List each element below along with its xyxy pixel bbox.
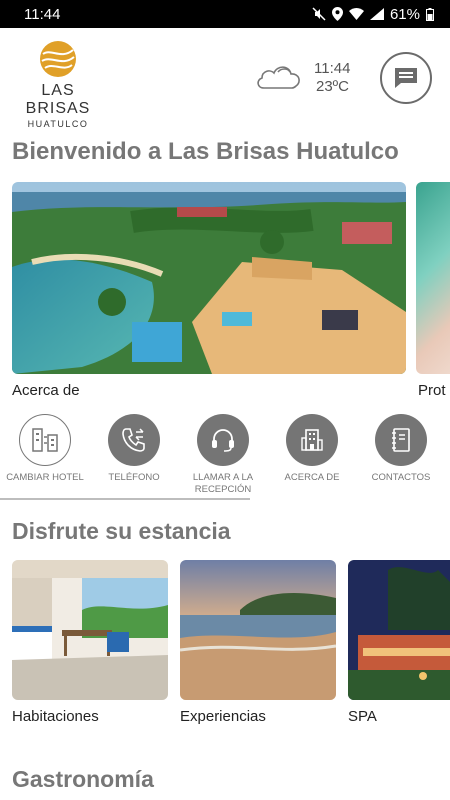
headset-icon xyxy=(212,429,234,452)
header: LAS BRISAS HUATULCO 11:44 23ºC xyxy=(0,28,450,129)
wifi-icon xyxy=(348,8,364,20)
action-label: CAMBIAR HOTEL xyxy=(6,472,84,483)
chat-icon xyxy=(395,68,417,88)
change-hotel-button[interactable]: CAMBIAR HOTEL xyxy=(0,414,90,484)
address-book-icon xyxy=(392,428,410,452)
las-brisas-logo: LAS BRISAS HUATULCO xyxy=(10,40,106,129)
resort-aerial-photo[interactable] xyxy=(12,182,406,374)
weather-widget: 11:44 23ºC xyxy=(254,58,374,98)
featured-carousel[interactable]: Acerca de Prot xyxy=(0,182,450,400)
experiences-card[interactable] xyxy=(180,560,336,700)
stay-item-label[interactable]: Habitaciones xyxy=(12,708,99,725)
action-label: CONTACTOS xyxy=(371,472,431,483)
status-bar: 11:44 61% xyxy=(0,0,450,28)
rooms-card[interactable] xyxy=(12,560,168,700)
phone-icon xyxy=(122,428,145,452)
signal-icon xyxy=(369,8,384,20)
action-label: LLAMAR A LA RECEPCIÓN xyxy=(192,472,254,495)
carousel-item-label[interactable]: Acerca de xyxy=(12,382,80,399)
gastronomy-section-title: Gastronomía xyxy=(12,766,154,792)
hotels-icon xyxy=(32,428,58,452)
stay-item-label[interactable]: Experiencias xyxy=(180,708,266,725)
weather-temperature: 23ºC xyxy=(316,78,349,95)
stay-section-title: Disfrute su estancia xyxy=(12,518,231,544)
building-icon xyxy=(301,429,323,451)
quick-actions-bar: CAMBIAR HOTEL TELÉFONO LLAMAR A LA RECEP… xyxy=(0,414,450,504)
action-label: TELÉFONO xyxy=(108,472,160,483)
action-label: ACERCA DE xyxy=(284,472,340,483)
cloud-icon xyxy=(257,66,300,89)
carousel-item-label[interactable]: Prot xyxy=(418,382,446,399)
actions-scroll-indicator xyxy=(0,498,250,500)
phone-button[interactable]: TELÉFONO xyxy=(89,414,179,484)
call-reception-button[interactable]: LLAMAR A LA RECEPCIÓN xyxy=(178,414,268,496)
location-icon xyxy=(331,7,343,21)
status-time: 11:44 xyxy=(24,5,61,23)
about-button[interactable]: ACERCA DE xyxy=(267,414,357,484)
battery-level: 61% xyxy=(389,5,420,23)
stay-item-label[interactable]: SPA xyxy=(348,708,377,725)
messages-button[interactable] xyxy=(380,52,432,104)
weather-time: 11:44 xyxy=(314,60,351,77)
brand-name: LAS BRISAS xyxy=(25,82,91,117)
spa-card[interactable] xyxy=(348,560,450,700)
battery-icon xyxy=(426,7,434,21)
promo-photo[interactable] xyxy=(416,182,450,374)
logo-mark-icon xyxy=(40,41,76,77)
status-icons: 61% xyxy=(312,6,434,23)
mute-icon xyxy=(312,7,326,21)
welcome-title: Bienvenido a Las Brisas Huatulco xyxy=(12,138,399,165)
contacts-button[interactable]: CONTACTOS xyxy=(356,414,446,484)
brand-location: HUATULCO xyxy=(27,119,89,129)
